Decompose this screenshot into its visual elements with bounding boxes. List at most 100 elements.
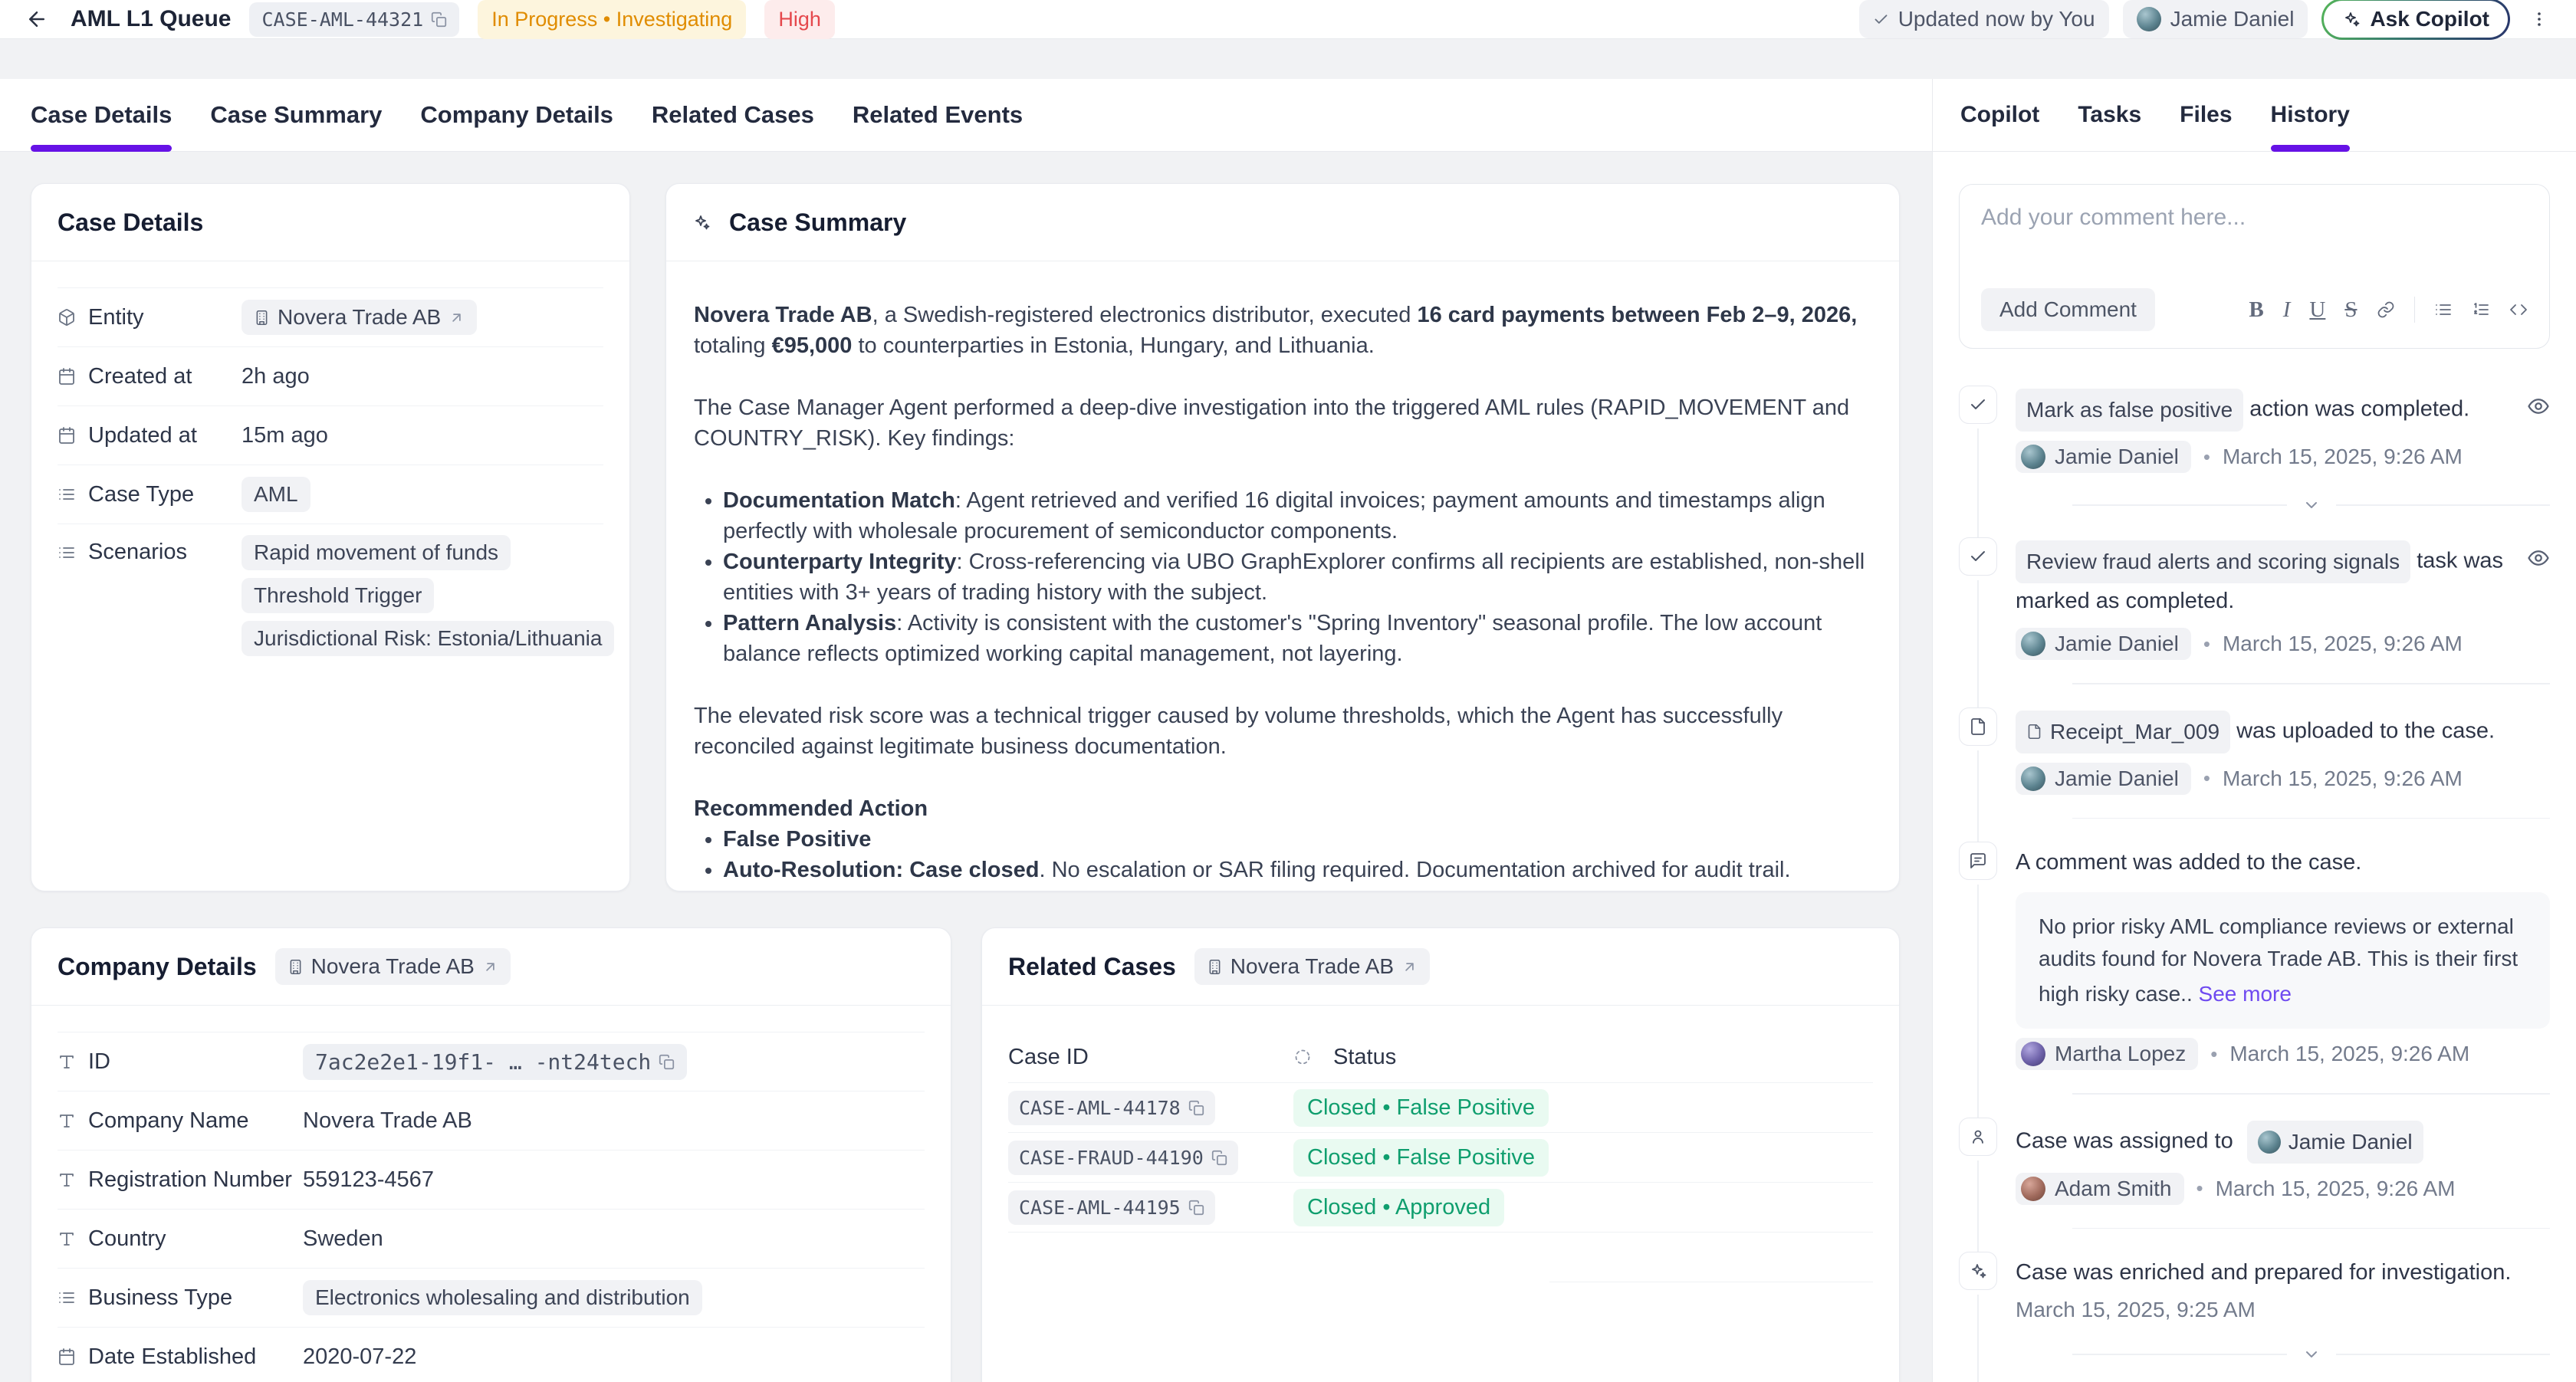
card-title: Company Details xyxy=(58,953,257,981)
case-id-badge[interactable]: CASE-AML-44321 xyxy=(249,2,459,37)
timestamp: March 15, 2025, 9:26 AM xyxy=(2223,767,2463,791)
copy-icon[interactable] xyxy=(1211,1150,1227,1166)
row-business-type: Business Type Electronics wholesaling an… xyxy=(58,1268,925,1327)
tab-case-summary[interactable]: Case Summary xyxy=(210,79,382,151)
entity-chip[interactable]: Novera Trade AB xyxy=(1194,948,1430,985)
tab-tasks[interactable]: Tasks xyxy=(2078,79,2141,151)
recommendation-item: Auto-Resolution: Case closed. No escalat… xyxy=(723,855,1871,885)
entity-chip[interactable]: Novera Trade AB xyxy=(242,300,477,335)
copy-icon[interactable] xyxy=(1188,1100,1204,1116)
back-arrow-icon[interactable] xyxy=(21,4,52,34)
task-chip[interactable]: Review fraud alerts and scoring signals xyxy=(2016,540,2410,583)
underline-icon[interactable]: U xyxy=(2309,297,2325,323)
bold-icon[interactable]: B xyxy=(2249,297,2263,323)
spacer xyxy=(1932,39,2576,79)
file-icon xyxy=(2026,724,2042,740)
card-title: Related Cases xyxy=(1008,953,1176,981)
row-entity: Entity Novera Trade AB xyxy=(58,287,603,346)
finding-item: Counterparty Integrity: Cross-referencin… xyxy=(723,547,1871,608)
event-text: action was completed. xyxy=(2243,397,2469,422)
add-comment-button[interactable]: Add Comment xyxy=(1981,288,2155,331)
user-name: Adam Smith xyxy=(2055,1177,2172,1201)
tab-files[interactable]: Files xyxy=(2180,79,2232,151)
panel-tabbar: Copilot Tasks Files History xyxy=(1933,79,2576,152)
italic-icon[interactable]: I xyxy=(2283,297,2291,323)
format-toolbar: B I U S xyxy=(2249,297,2528,323)
avatar xyxy=(2021,1042,2045,1066)
table-row[interactable]: CASE-AML-44178 Closed • False Positive xyxy=(1008,1082,1873,1132)
collapse-divider xyxy=(2072,496,2550,514)
empty-row xyxy=(1008,1232,1873,1282)
strikethrough-icon[interactable]: S xyxy=(2344,297,2357,323)
comment-input[interactable]: Add your comment here... xyxy=(1981,205,2528,231)
history-item-file-uploaded: Receipt_Mar_009 was uploaded to the case… xyxy=(1959,707,2550,842)
related-case-id-chip[interactable]: CASE-AML-44195 xyxy=(1008,1190,1215,1225)
user-pill[interactable]: Jamie Daniel xyxy=(2016,763,2191,795)
status-chip: Closed • False Positive xyxy=(1293,1139,1549,1177)
event-text: Case was enriched and prepared for inves… xyxy=(2016,1255,2550,1290)
kebab-menu-icon[interactable] xyxy=(2524,4,2555,34)
event-text: Case was assigned to xyxy=(2016,1128,2233,1153)
eye-icon[interactable] xyxy=(2527,547,2550,570)
copy-icon[interactable] xyxy=(431,11,447,28)
assignee-name: Jamie Daniel xyxy=(2170,7,2295,31)
history-item-action-completed: Mark as false positive action was comple… xyxy=(1959,386,2550,537)
related-case-id-chip[interactable]: CASE-FRAUD-44190 xyxy=(1008,1141,1238,1175)
action-chip[interactable]: Mark as false positive xyxy=(2016,389,2243,432)
related-cases-card: Related Cases Novera Trade AB Case ID St… xyxy=(981,927,1900,1382)
entity-chip[interactable]: Novera Trade AB xyxy=(275,948,511,985)
user-pill[interactable]: Jamie Daniel xyxy=(2016,441,2191,473)
row-created-at: Created at 2h ago xyxy=(58,346,603,405)
row-case-type: Case Type AML xyxy=(58,464,603,524)
history-item-task-completed: Review fraud alerts and scoring signals … xyxy=(1959,537,2550,707)
ordered-list-icon[interactable] xyxy=(2472,300,2490,319)
created-at-value: 2h ago xyxy=(242,364,310,389)
external-link-icon xyxy=(1401,959,1418,975)
user-name: Jamie Daniel xyxy=(2055,767,2179,791)
related-case-id-chip[interactable]: CASE-AML-44178 xyxy=(1008,1091,1215,1125)
ask-copilot-label: Ask Copilot xyxy=(2370,7,2489,31)
chevron-down-icon[interactable] xyxy=(2302,496,2321,514)
company-details-header: Company Details Novera Trade AB xyxy=(31,928,951,1006)
file-icon xyxy=(1959,707,1997,746)
status-chip: Closed • False Positive xyxy=(1293,1089,1549,1127)
see-more-link[interactable]: See more xyxy=(2199,978,2292,1010)
case-id-text: CASE-AML-44321 xyxy=(261,8,423,31)
file-chip[interactable]: Receipt_Mar_009 xyxy=(2016,711,2230,753)
row-label-text: Case Type xyxy=(88,482,194,507)
page-title: AML L1 Queue xyxy=(71,6,231,32)
event-text: A comment was added to the case. xyxy=(2016,845,2550,880)
assignee-chip[interactable]: Jamie Daniel xyxy=(2247,1121,2423,1164)
copy-icon[interactable] xyxy=(1188,1200,1204,1216)
table-row[interactable]: CASE-AML-44195 Closed • Approved xyxy=(1008,1182,1873,1232)
copy-icon[interactable] xyxy=(659,1054,675,1070)
code-icon[interactable] xyxy=(2509,300,2528,319)
row-label-text: Company Name xyxy=(88,1108,249,1134)
chevron-down-icon[interactable] xyxy=(2302,1345,2321,1364)
table-row[interactable]: CASE-FRAUD-44190 Closed • False Positive xyxy=(1008,1132,1873,1182)
tab-case-details[interactable]: Case Details xyxy=(31,79,172,151)
recommendation-item: False Positive xyxy=(723,824,1871,855)
tab-copilot[interactable]: Copilot xyxy=(1960,79,2039,151)
eye-icon[interactable] xyxy=(2527,395,2550,418)
user-pill[interactable]: Jamie Daniel xyxy=(2016,628,2191,660)
tab-company-details[interactable]: Company Details xyxy=(420,79,613,151)
bullet-list-icon[interactable] xyxy=(2434,300,2453,319)
entity-chip-label: Novera Trade AB xyxy=(278,305,441,330)
tab-related-cases[interactable]: Related Cases xyxy=(652,79,814,151)
company-details-rows: ID 7ac2e2e1-19f1- … -nt24tech Comp xyxy=(31,1032,951,1382)
user-pill[interactable]: Adam Smith xyxy=(2016,1173,2184,1205)
tab-related-events[interactable]: Related Events xyxy=(853,79,1023,151)
external-link-icon xyxy=(482,959,498,975)
spacer xyxy=(0,39,1932,79)
link-icon[interactable] xyxy=(2377,300,2395,319)
row-label-text: Country xyxy=(88,1226,166,1252)
timestamp: March 15, 2025, 9:25 AM xyxy=(2016,1298,2550,1322)
tab-history[interactable]: History xyxy=(2271,79,2350,151)
ask-copilot-button[interactable]: Ask Copilot xyxy=(2321,0,2510,40)
status-badge: In Progress • Investigating xyxy=(478,0,746,39)
assignee-pill[interactable]: Jamie Daniel xyxy=(2123,0,2308,38)
company-id-chip[interactable]: 7ac2e2e1-19f1- … -nt24tech xyxy=(303,1044,687,1080)
user-pill[interactable]: Martha Lopez xyxy=(2016,1038,2198,1070)
box-icon xyxy=(58,308,76,327)
